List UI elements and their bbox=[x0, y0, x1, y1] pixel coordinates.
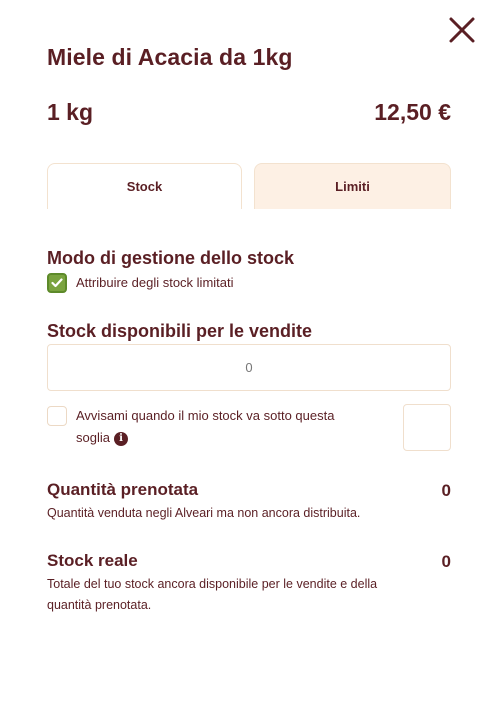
limited-stock-checkbox[interactable] bbox=[47, 273, 67, 293]
real-stock-description-line1: Totale del tuo stock ancora disponibile … bbox=[47, 577, 378, 591]
real-stock-description-line2: quantità prenotata. bbox=[47, 598, 152, 612]
stock-alert-label-line2-wrap: soglia i bbox=[76, 430, 128, 446]
reserved-value: 0 bbox=[441, 481, 451, 500]
close-button[interactable] bbox=[446, 14, 478, 46]
reserved-heading: Quantità prenotata bbox=[47, 480, 199, 499]
tab-stock[interactable]: Stock bbox=[47, 163, 242, 209]
limited-stock-label: Attribuire degli stock limitati bbox=[76, 275, 234, 290]
stock-threshold-input[interactable] bbox=[403, 404, 451, 451]
available-stock-input[interactable] bbox=[47, 344, 451, 391]
check-icon bbox=[51, 278, 63, 288]
tab-limiti[interactable]: Limiti bbox=[254, 163, 451, 209]
stock-alert-label-line1: Avvisami quando il mio stock va sotto qu… bbox=[76, 408, 335, 423]
product-price: 12,50 € bbox=[374, 99, 451, 125]
close-icon bbox=[449, 17, 475, 43]
tab-bar: Stock Limiti bbox=[47, 163, 451, 210]
available-stock-heading: Stock disponibili per le vendite bbox=[47, 321, 313, 341]
real-stock-value: 0 bbox=[441, 552, 451, 571]
reserved-description: Quantità venduta negli Alveari ma non an… bbox=[47, 506, 361, 520]
info-icon[interactable]: i bbox=[113, 431, 128, 446]
product-title: Miele di Acacia da 1kg bbox=[47, 44, 293, 70]
product-unit: 1 kg bbox=[47, 99, 94, 125]
stock-mode-heading: Modo di gestione dello stock bbox=[47, 248, 295, 268]
real-stock-heading: Stock reale bbox=[47, 551, 138, 570]
stock-alert-checkbox[interactable] bbox=[47, 406, 67, 426]
stock-alert-label-line2: soglia bbox=[76, 430, 110, 445]
